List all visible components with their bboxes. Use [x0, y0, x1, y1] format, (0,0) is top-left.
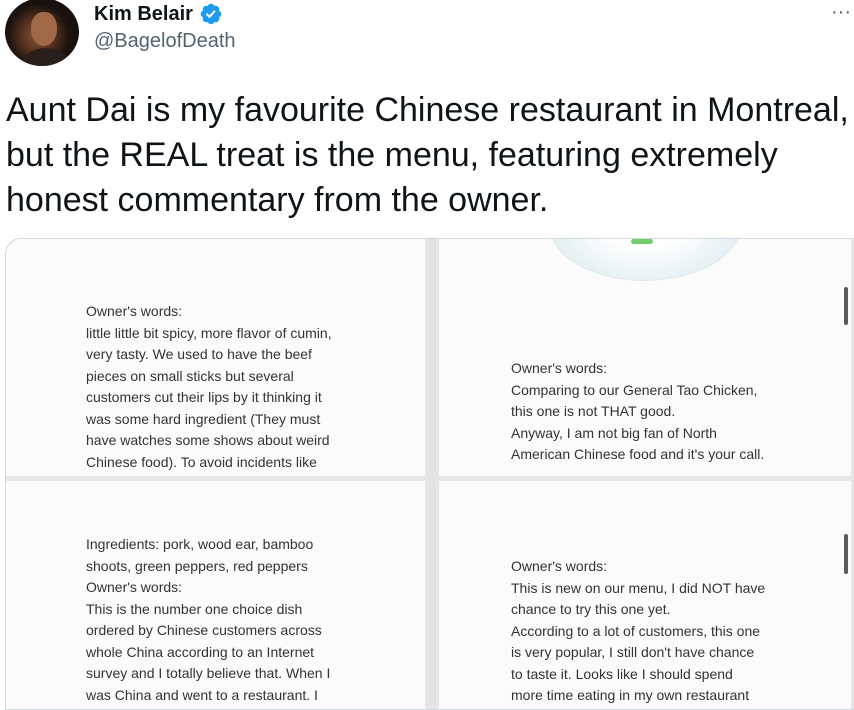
menu-description: Owner's words: This is new on our menu, … [511, 556, 765, 707]
menu-line: American Chinese food and it's your call… [511, 446, 765, 462]
dish-plate [549, 239, 741, 281]
menu-line: to taste it. Looks like I should spend [511, 665, 733, 682]
menu-line: Ingredients: pork, wood ear, bamboo [86, 536, 314, 552]
menu-line: was China and went to a restaurant. I [86, 686, 318, 703]
menu-line: Owner's words: [86, 579, 183, 595]
menu-line: Chinese food). To avoid incidents like [86, 453, 317, 470]
menu-line: chance to try this one yet. [511, 601, 671, 617]
media-photo-bottom-left[interactable]: Ingredients: pork, wood ear, bamboo shoo… [6, 481, 425, 709]
menu-line: Owner's words: [511, 360, 608, 376]
scrollbar [844, 534, 848, 574]
menu-description: Ingredients: pork, wood ear, bamboo shoo… [86, 534, 330, 706]
menu-description: Owner's words: Comparing to our General … [511, 358, 764, 466]
menu-line: ordered by Chinese customers across [86, 622, 322, 638]
tweet-text: Aunt Dai is my favourite Chinese restaur… [6, 91, 849, 219]
menu-line: is very popular, I still don't have chan… [511, 644, 755, 660]
menu-line: have watches some shows about weird [86, 432, 330, 448]
menu-line: this one is not THAT good. [511, 403, 676, 419]
display-name[interactable]: Kim Belair [94, 3, 193, 26]
avatar-shoulder [23, 48, 69, 66]
menu-line: According to a lot of customers, this on… [511, 622, 761, 639]
author-handle[interactable]: @BagelofDeath [94, 30, 236, 53]
tweet-media-grid[interactable]: Owner's words: little little bit spicy, … [5, 238, 854, 710]
menu-line: whole China according to an Internet [86, 643, 315, 660]
menu-line: Owner's words: [511, 558, 608, 574]
menu-line: Comparing to our General Tao Chicken, [511, 381, 758, 398]
menu-line: Owner's words: [86, 303, 183, 319]
more-horizontal-icon[interactable]: ··· [828, 2, 854, 22]
menu-line: pieces on small sticks but several [86, 367, 294, 384]
dish-garnish [631, 239, 653, 244]
media-photo-bottom-right[interactable]: Owner's words: This is new on our menu, … [439, 481, 851, 709]
verified-badge-icon [200, 3, 222, 25]
author-name-row[interactable]: Kim Belair [94, 2, 223, 26]
menu-line: customers cut their lips by it thinking … [86, 389, 322, 405]
menu-line: was some hard ingredient (They must [86, 410, 321, 427]
avatar-face [31, 12, 57, 46]
media-photo-top-left[interactable]: Owner's words: little little bit spicy, … [6, 239, 425, 476]
media-divider [427, 239, 436, 709]
menu-line: very tasty. We used to have the beef [86, 346, 312, 362]
menu-line: little little bit spicy, more flavor of … [86, 324, 332, 341]
scrollbar [844, 287, 848, 325]
menu-line: survey and I totally believe that. When … [86, 665, 331, 681]
menu-line: shoots, green peppers, red peppers [86, 557, 308, 574]
avatar[interactable] [5, 0, 79, 66]
menu-line: Anyway, I am not big fan of North [511, 424, 717, 441]
menu-line: This is the number one choice dish [86, 600, 303, 617]
menu-line: This is new on our menu, I did NOT have [511, 579, 766, 596]
menu-description: Owner's words: little little bit spicy, … [86, 301, 332, 473]
media-photo-top-right[interactable]: Owner's words: Comparing to our General … [439, 239, 851, 476]
